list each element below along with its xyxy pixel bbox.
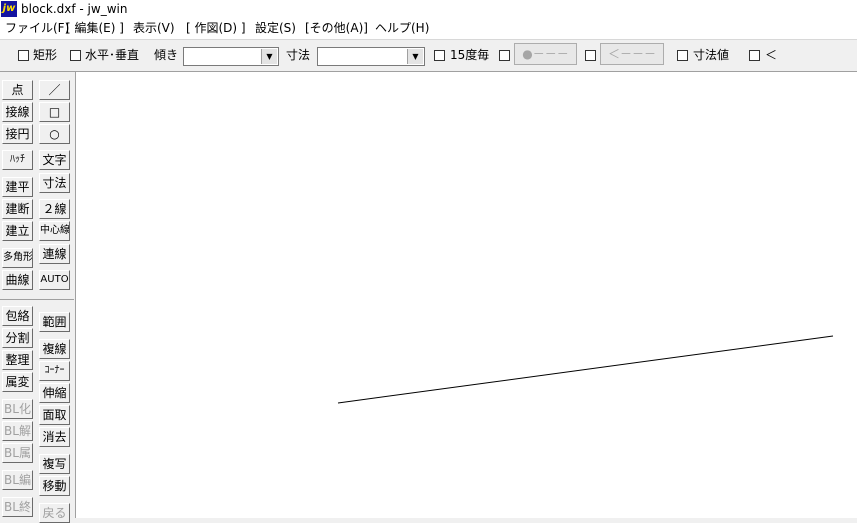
tool-block-create[interactable]: BL化 (2, 399, 33, 419)
tool-range[interactable]: 範囲 (39, 312, 70, 332)
tool-move[interactable]: 移動 (39, 476, 70, 496)
tool-chamfer[interactable]: 面取 (39, 405, 70, 425)
title-bar: jw block.dxf - jw_win (0, 0, 857, 18)
tool-curve[interactable]: 曲線 (2, 270, 33, 290)
tool-line[interactable]: ／ (39, 80, 70, 100)
tool-polygon[interactable]: 多角形 (2, 248, 33, 268)
tool-options-bar: 矩形 水平･垂直 傾き ▼ 寸法 ▼ 15度毎 ●－－－ ＜－－－ 寸法値 ＜ (0, 40, 857, 71)
drawn-line[interactable] (337, 335, 834, 404)
rect-checkbox[interactable] (18, 50, 29, 61)
menu-file[interactable]: ファイル(F) (5, 21, 69, 36)
dimension-label: 寸法 (286, 48, 311, 62)
command-panel: 点 ／ 接線 □ 接円 ○ ﾊｯﾁ 文字 建平 寸法 建断 ２線 建立 中心線 … (0, 72, 76, 523)
tool-block-end[interactable]: BL終 (2, 497, 33, 517)
tool-undo[interactable]: 戻る (39, 503, 70, 523)
tool-double-line[interactable]: ２線 (39, 199, 70, 219)
deg15-checkbox[interactable] (434, 50, 445, 61)
tool-center-line[interactable]: 中心線 (39, 221, 70, 241)
chevron-down-icon[interactable]: ▼ (407, 49, 423, 64)
tool-point[interactable]: 点 (2, 80, 33, 100)
angle-combo[interactable]: ▼ (183, 47, 279, 66)
tool-corner[interactable]: ｺｰﾅｰ (39, 361, 70, 381)
angle-label: 傾き (154, 48, 179, 62)
tool-continuous-line[interactable]: 連線 (39, 244, 70, 264)
tool-copy[interactable]: 複写 (39, 454, 70, 474)
dimension-combo[interactable]: ▼ (317, 47, 425, 66)
tool-circle[interactable]: ○ (39, 124, 70, 144)
menu-view[interactable]: 表示(V) (133, 21, 175, 36)
window-title: block.dxf - jw_win (21, 2, 128, 16)
tool-offset[interactable]: 複線 (39, 339, 70, 359)
tool-tangent-circle[interactable]: 接円 (2, 124, 33, 144)
arrow-line-checkbox[interactable] (585, 50, 596, 61)
tool-dimension[interactable]: 寸法 (39, 173, 70, 193)
tool-attribute-change[interactable]: 属変 (2, 372, 33, 392)
tool-arrange[interactable]: 整理 (2, 350, 33, 370)
arrow-line-button[interactable]: ＜－－－ (600, 43, 664, 65)
deg15-label: 15度毎 (450, 48, 490, 62)
drawing-canvas[interactable] (76, 72, 857, 518)
tool-section[interactable]: 建断 (2, 199, 33, 219)
menu-help[interactable]: ヘルプ(H) (375, 21, 429, 36)
tool-erase[interactable]: 消去 (39, 427, 70, 447)
dot-line-button[interactable]: ●－－－ (514, 43, 577, 65)
horizontal-vertical-label: 水平･垂直 (85, 48, 140, 62)
jw-app-icon: jw (1, 1, 17, 17)
drawing-svg (337, 335, 834, 404)
menu-edit[interactable]: [ 編集(E) ] (66, 21, 124, 36)
rect-label: 矩形 (33, 48, 58, 62)
less-than-label: ＜ (765, 48, 778, 62)
tool-divide[interactable]: 分割 (2, 328, 33, 348)
menu-draw[interactable]: [ 作図(D) ] (186, 21, 246, 36)
tool-elevation[interactable]: 建立 (2, 221, 33, 241)
tool-auto[interactable]: AUTO (39, 270, 70, 290)
tool-rectangle[interactable]: □ (39, 102, 70, 122)
tool-hatch[interactable]: ﾊｯﾁ (2, 150, 33, 170)
dimension-value-checkbox[interactable] (677, 50, 688, 61)
menu-other[interactable]: [その他(A)] (305, 21, 368, 36)
tool-block-attribute[interactable]: BL属 (2, 443, 33, 463)
menu-settings[interactable]: 設定(S) (255, 21, 296, 36)
less-than-checkbox[interactable] (749, 50, 760, 61)
tool-text[interactable]: 文字 (39, 150, 70, 170)
horizontal-vertical-checkbox[interactable] (70, 50, 81, 61)
panel-divider (0, 299, 74, 300)
dimension-value-label: 寸法値 (693, 48, 730, 62)
dot-line-checkbox[interactable] (499, 50, 510, 61)
tool-plan[interactable]: 建平 (2, 177, 33, 197)
chevron-down-icon[interactable]: ▼ (261, 49, 277, 64)
tool-block-edit[interactable]: BL編 (2, 470, 33, 490)
tool-envelope[interactable]: 包絡 (2, 306, 33, 326)
tool-tangent[interactable]: 接線 (2, 102, 33, 122)
tool-stretch[interactable]: 伸縮 (39, 383, 70, 403)
menu-bar: ファイル(F) [ 編集(E) ] 表示(V) [ 作図(D) ] 設定(S) … (0, 18, 857, 39)
tool-block-explode[interactable]: BL解 (2, 421, 33, 441)
